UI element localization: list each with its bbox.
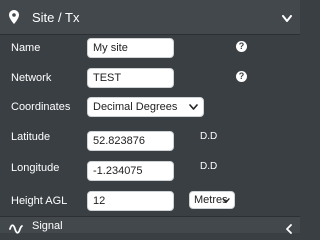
- height-agl-input[interactable]: [87, 191, 174, 211]
- coordinates-select[interactable]: Decimal Degrees: [87, 97, 204, 117]
- coordinates-select-value: Decimal Degrees: [93, 101, 178, 113]
- chevron-down-icon[interactable]: [282, 10, 292, 28]
- chevron-left-icon[interactable]: [285, 221, 292, 239]
- network-help-icon[interactable]: ?: [236, 71, 247, 82]
- longitude-label: Longitude: [11, 162, 60, 174]
- site-tx-section-header[interactable]: Site / Tx: [0, 0, 300, 35]
- latitude-input[interactable]: [87, 131, 174, 151]
- height-agl-label: Height AGL: [11, 195, 68, 207]
- longitude-input[interactable]: [87, 161, 174, 181]
- latitude-unit: D.D: [200, 131, 218, 142]
- network-input[interactable]: [87, 68, 174, 88]
- latitude-label: Latitude: [11, 131, 51, 143]
- coordinates-label: Coordinates: [11, 101, 71, 113]
- signal-wave-icon: [9, 221, 23, 239]
- height-unit-select[interactable]: Metres: [189, 191, 235, 209]
- chevron-down-icon: [189, 104, 198, 110]
- section-title: Signal: [32, 220, 63, 232]
- section-title: Site / Tx: [32, 10, 80, 25]
- network-label: Network: [11, 72, 52, 84]
- name-help-icon[interactable]: ?: [236, 41, 247, 52]
- longitude-unit: D.D: [200, 161, 218, 172]
- signal-section-header[interactable]: Signal: [0, 216, 300, 234]
- name-input[interactable]: [87, 38, 174, 58]
- name-label: Name: [11, 42, 41, 54]
- map-pin-icon: [9, 10, 19, 29]
- chevron-down-icon: [222, 198, 230, 203]
- height-unit-label: m: [162, 193, 171, 204]
